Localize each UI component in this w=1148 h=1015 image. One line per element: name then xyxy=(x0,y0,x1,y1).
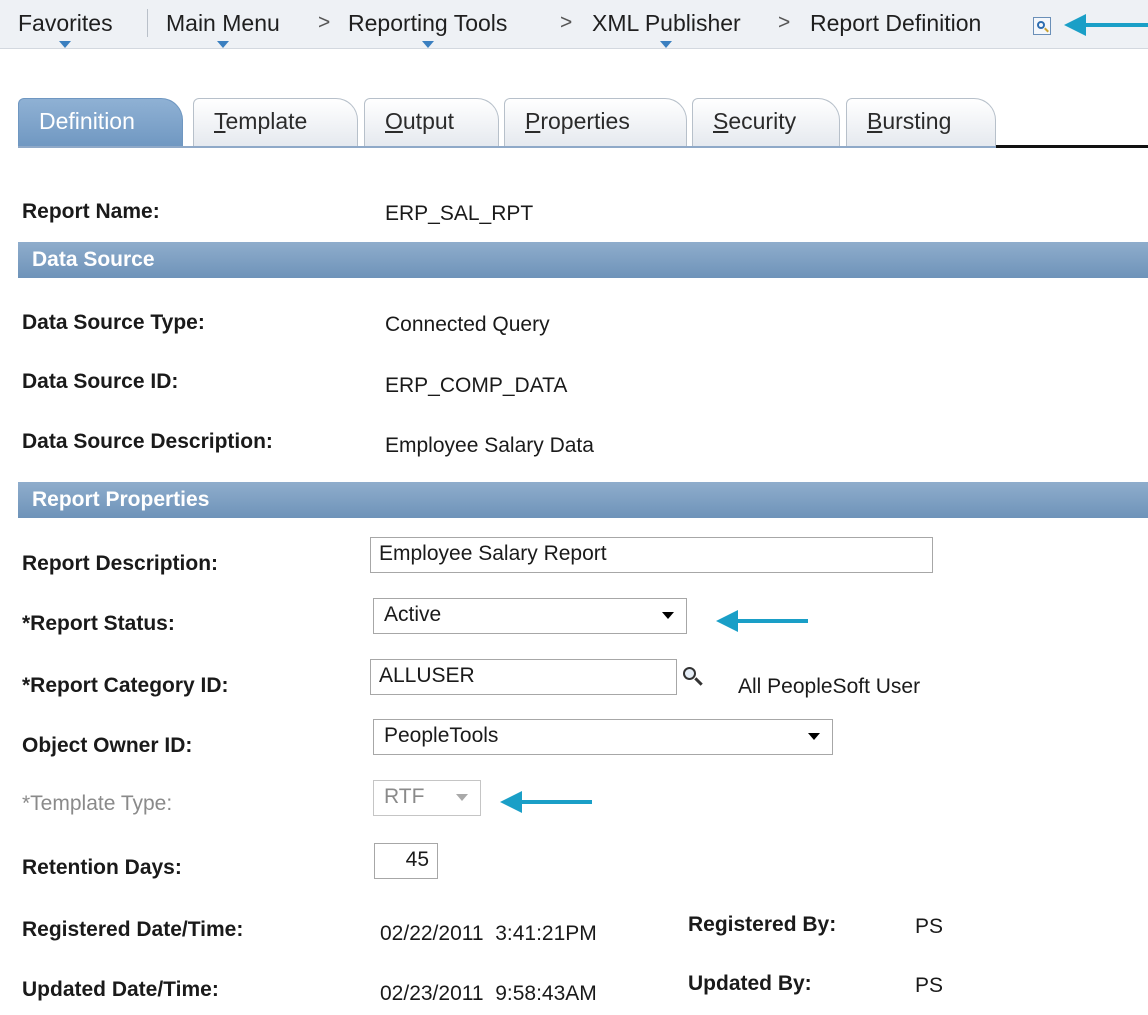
search-page-icon[interactable] xyxy=(1033,17,1051,35)
data-source-description-value: Employee Salary Data xyxy=(385,434,594,457)
template-type-label: *Template Type: xyxy=(22,792,173,815)
callout-arrow-icon xyxy=(716,610,808,632)
callout-arrow-icon xyxy=(500,791,592,813)
chevron-down-icon xyxy=(456,794,468,801)
data-source-description-label: Data Source Description: xyxy=(22,430,273,453)
data-source-header: Data Source xyxy=(18,242,1148,278)
tab-definition[interactable]: Definition xyxy=(18,98,183,148)
tab-output-label: Output xyxy=(385,108,455,134)
breadcrumb-separator: > xyxy=(778,11,791,34)
callout-arrow-icon xyxy=(1064,14,1148,36)
chevron-down-icon xyxy=(662,612,674,619)
chevron-down-icon xyxy=(421,41,434,48)
object-owner-select[interactable]: PeopleTools xyxy=(373,719,833,755)
updated-datetime-label: Updated Date/Time: xyxy=(22,978,219,1001)
tab-template-label: Template xyxy=(214,108,308,134)
object-owner-label: Object Owner ID: xyxy=(22,734,193,757)
breadcrumb-reporting-tools[interactable]: Reporting Tools xyxy=(348,10,508,48)
data-source-type-label: Data Source Type: xyxy=(22,311,205,334)
updated-by-label: Updated By: xyxy=(688,972,812,995)
breadcrumb-reporting-tools-label: Reporting Tools xyxy=(348,10,508,36)
breadcrumb-separator: > xyxy=(560,11,573,34)
tab-properties-label: Properties xyxy=(525,108,630,134)
data-source-id-value: ERP_COMP_DATA xyxy=(385,374,568,397)
report-properties-header: Report Properties xyxy=(18,482,1148,518)
lens-handle xyxy=(694,677,703,686)
tab-output[interactable]: Output xyxy=(364,98,499,148)
registered-by-value: PS xyxy=(915,915,944,938)
tab-security-label: Security xyxy=(713,108,797,134)
report-status-value: Active xyxy=(384,603,442,626)
report-status-select[interactable]: Active xyxy=(373,598,687,634)
template-type-select: RTF xyxy=(373,780,481,816)
report-category-description: All PeopleSoft User xyxy=(738,675,921,698)
breadcrumb-report-definition: Report Definition xyxy=(810,10,981,37)
tab-bursting[interactable]: Bursting xyxy=(846,98,996,148)
tab-bar: Definition Template Output Properties Se… xyxy=(18,98,1148,148)
registered-datetime-label: Registered Date/Time: xyxy=(22,918,244,941)
retention-days-input[interactable]: 45 xyxy=(374,843,438,879)
report-description-input[interactable]: Employee Salary Report xyxy=(370,537,933,573)
report-status-label: *Report Status: xyxy=(22,612,175,635)
tab-definition-label: Definition xyxy=(39,108,135,134)
report-category-label: *Report Category ID: xyxy=(22,674,229,697)
breadcrumb-xml-publisher-label: XML Publisher xyxy=(592,10,741,36)
chevron-down-icon xyxy=(216,41,229,48)
data-source-id-label: Data Source ID: xyxy=(22,370,179,393)
magnifier-lookup-icon[interactable] xyxy=(683,667,705,689)
tab-security[interactable]: Security xyxy=(692,98,840,148)
tab-properties[interactable]: Properties xyxy=(504,98,687,148)
chevron-down-icon xyxy=(660,41,673,48)
breadcrumb-favorites-label: Favorites xyxy=(18,10,113,36)
updated-by-value: PS xyxy=(915,974,944,997)
breadcrumb-main-menu-label: Main Menu xyxy=(166,10,280,36)
lens-handle xyxy=(1044,27,1049,33)
tab-baseline xyxy=(18,146,996,148)
breadcrumb-report-definition-label: Report Definition xyxy=(810,10,982,36)
data-source-type-value: Connected Query xyxy=(385,313,550,336)
template-type-value: RTF xyxy=(384,785,425,808)
registered-datetime-value: 02/22/2011 3:41:21PM xyxy=(380,922,597,945)
breadcrumb-bar: Favorites Main Menu > Reporting Tools > … xyxy=(0,0,1148,49)
report-name-value: ERP_SAL_RPT xyxy=(385,202,534,225)
breadcrumb-separator: > xyxy=(318,11,331,34)
breadcrumb-xml-publisher[interactable]: XML Publisher xyxy=(592,10,741,48)
chevron-down-icon xyxy=(59,41,72,48)
tab-bursting-label: Bursting xyxy=(867,108,952,134)
breadcrumb-main-menu[interactable]: Main Menu xyxy=(166,10,280,48)
tab-template[interactable]: Template xyxy=(193,98,358,148)
registered-by-label: Registered By: xyxy=(688,913,837,936)
breadcrumb-divider xyxy=(147,9,148,37)
retention-days-label: Retention Days: xyxy=(22,856,182,879)
chevron-down-icon xyxy=(808,733,820,740)
object-owner-value: PeopleTools xyxy=(384,724,499,747)
tab-edge-line xyxy=(996,145,1148,148)
report-category-input[interactable]: ALLUSER xyxy=(370,659,677,695)
breadcrumb-favorites[interactable]: Favorites xyxy=(18,10,113,48)
report-description-label: Report Description: xyxy=(22,552,219,575)
report-name-label: Report Name: xyxy=(22,200,160,223)
updated-datetime-value: 02/23/2011 9:58:43AM xyxy=(380,982,597,1005)
